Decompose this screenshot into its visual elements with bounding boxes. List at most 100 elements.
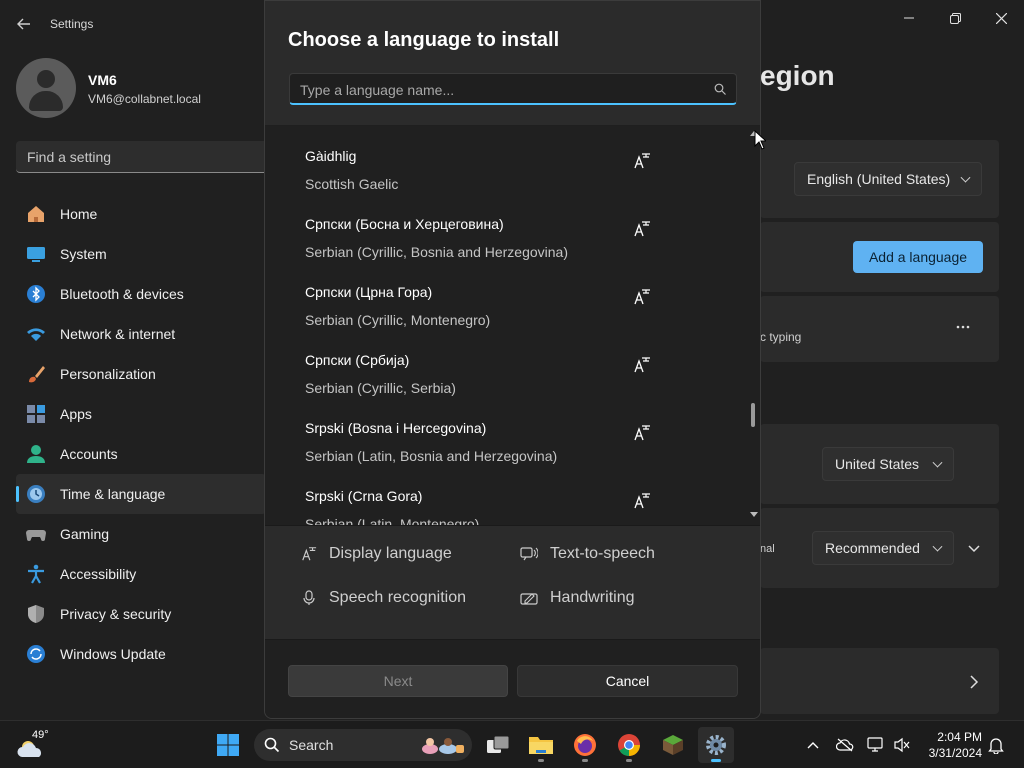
mouse-cursor-icon <box>754 130 766 150</box>
list-item[interactable]: Српски (Црна Гора) Serbian (Cyrillic, Mo… <box>265 284 745 352</box>
cancel-button[interactable]: Cancel <box>517 665 738 697</box>
sidebar-item-windows-update[interactable]: Windows Update <box>16 634 266 674</box>
display-language-dropdown[interactable]: English (United States) <box>794 162 982 196</box>
search-icon <box>714 83 726 95</box>
network-icon <box>867 737 883 752</box>
sidebar-item-personalization[interactable]: Personalization <box>16 354 266 394</box>
active-app-indicator <box>711 759 721 762</box>
profile-email: VM6@collabnet.local <box>88 92 201 106</box>
language-native-name: Srpski (Bosna i Hercegovina) <box>305 420 487 436</box>
more-options-button[interactable] <box>956 320 970 334</box>
notifications-button[interactable] <box>986 735 1006 755</box>
sidebar-item-home[interactable]: Home <box>16 194 266 234</box>
bell-icon <box>988 738 1004 754</box>
language-native-name: Српски (Србија) <box>305 352 410 368</box>
onedrive-tray-button[interactable] <box>835 735 855 755</box>
chevron-up-icon <box>807 742 819 749</box>
language-native-name: Српски (Црна Гора) <box>305 284 433 300</box>
sidebar-item-bluetooth[interactable]: Bluetooth & devices <box>16 274 266 314</box>
choose-language-dialog: Choose a language to install Gàidhlig Sc… <box>264 0 761 719</box>
language-english-name: Serbian (Latin, Montenegro) <box>305 516 480 526</box>
task-view-icon <box>487 735 510 753</box>
legend-text-to-speech: Text-to-speech <box>520 545 655 563</box>
shield-icon <box>26 604 46 624</box>
wifi-icon <box>26 324 46 344</box>
add-language-button[interactable]: Add a language <box>853 241 983 273</box>
display-language-icon <box>634 493 650 509</box>
dialog-footer: Next Cancel <box>265 639 760 718</box>
find-setting-input[interactable]: Find a setting <box>16 141 264 173</box>
dialog-header: Choose a language to install <box>265 1 760 126</box>
volume-tray-button[interactable] <box>892 735 912 755</box>
search-icon <box>264 737 280 753</box>
related-setting-card[interactable] <box>760 648 999 714</box>
profile-name: VM6 <box>88 72 117 88</box>
sidebar-item-label: System <box>60 246 107 262</box>
firefox-button[interactable] <box>567 727 603 763</box>
microphone-icon <box>303 590 315 605</box>
sidebar-item-label: Privacy & security <box>60 606 172 622</box>
regional-format-dropdown[interactable]: Recommended <box>812 531 954 565</box>
language-native-name: Српски (Босна и Херцеговина) <box>305 216 504 232</box>
network-tray-button[interactable] <box>866 735 886 755</box>
sidebar-item-accounts[interactable]: Accounts <box>16 434 266 474</box>
country-dropdown[interactable]: United States <box>822 447 954 481</box>
chevron-down-icon <box>960 172 971 183</box>
sidebar-item-label: Home <box>60 206 98 222</box>
sidebar-item-label: Accounts <box>60 446 118 462</box>
language-search-box[interactable] <box>289 73 737 105</box>
dialog-title: Choose a language to install <box>288 29 560 51</box>
clock-date[interactable]: 3/31/2024 <box>922 746 982 760</box>
sidebar-item-time-language[interactable]: Time & language <box>16 474 266 514</box>
sidebar-item-apps[interactable]: Apps <box>16 394 266 434</box>
taskbar: 49° Search 2:04 PM 3/31/2024 <box>0 720 1024 768</box>
firefox-icon <box>574 734 596 756</box>
language-english-name: Serbian (Cyrillic, Bosnia and Herzegovin… <box>305 244 569 260</box>
back-button[interactable] <box>12 10 36 38</box>
brush-icon <box>26 364 46 384</box>
sidebar-item-privacy[interactable]: Privacy & security <box>16 594 266 634</box>
file-explorer-button[interactable] <box>523 727 559 763</box>
chevron-down-icon <box>968 545 980 553</box>
list-item[interactable]: Gàidhlig Scottish Gaelic <box>265 148 745 216</box>
maximize-button[interactable] <box>932 4 978 32</box>
home-icon <box>26 204 46 224</box>
close-button[interactable] <box>978 4 1024 32</box>
sidebar-item-system[interactable]: System <box>16 234 266 274</box>
show-hidden-icons-button[interactable] <box>803 735 823 755</box>
search-highlight-icon <box>422 738 464 754</box>
list-item[interactable]: Srpski (Bosna i Hercegovina) Serbian (La… <box>265 420 745 488</box>
minimize-button[interactable] <box>886 4 932 32</box>
sidebar-item-accessibility[interactable]: Accessibility <box>16 554 266 594</box>
language-native-name: Gàidhlig <box>305 148 357 164</box>
expand-button[interactable] <box>966 540 982 556</box>
legend-label: Text-to-speech <box>550 545 655 562</box>
scroll-down-arrow-icon[interactable] <box>749 511 759 519</box>
sidebar-item-label: Accessibility <box>60 566 137 582</box>
task-view-button[interactable] <box>480 727 516 763</box>
windows-logo-icon <box>217 734 239 756</box>
settings-taskbar-button[interactable] <box>698 727 734 763</box>
sidebar-item-label: Apps <box>60 406 92 422</box>
list-item[interactable]: Српски (Србија) Serbian (Cyrillic, Serbi… <box>265 352 745 420</box>
restore-icon <box>949 12 961 24</box>
user-profile[interactable]: VM6 VM6@collabnet.local <box>16 58 201 118</box>
minecraft-button[interactable] <box>655 727 691 763</box>
language-search-input[interactable] <box>300 80 700 100</box>
language-list[interactable]: Gàidhlig Scottish Gaelic Српски (Босна и… <box>265 126 760 526</box>
sidebar-item-gaming[interactable]: Gaming <box>16 514 266 554</box>
sidebar-nav: Home System Bluetooth & devices Network … <box>16 194 266 674</box>
chrome-button[interactable] <box>611 727 647 763</box>
weather-temperature: 49° <box>32 729 49 741</box>
start-button[interactable] <box>210 727 246 763</box>
sidebar-item-network[interactable]: Network & internet <box>16 314 266 354</box>
next-button[interactable]: Next <box>288 665 508 697</box>
taskbar-search[interactable]: Search <box>254 729 472 761</box>
list-item[interactable]: Српски (Босна и Херцеговина) Serbian (Cy… <box>265 216 745 284</box>
scrollbar-thumb[interactable] <box>751 403 755 427</box>
sidebar-item-label: Time & language <box>60 486 166 502</box>
feature-legend: Display language Text-to-speech Speech r… <box>265 527 760 639</box>
list-item[interactable]: Srpski (Crna Gora) Serbian (Latin, Monte… <box>265 488 745 526</box>
language-english-name: Serbian (Cyrillic, Serbia) <box>305 380 456 396</box>
clock-time[interactable]: 2:04 PM <box>926 730 982 744</box>
